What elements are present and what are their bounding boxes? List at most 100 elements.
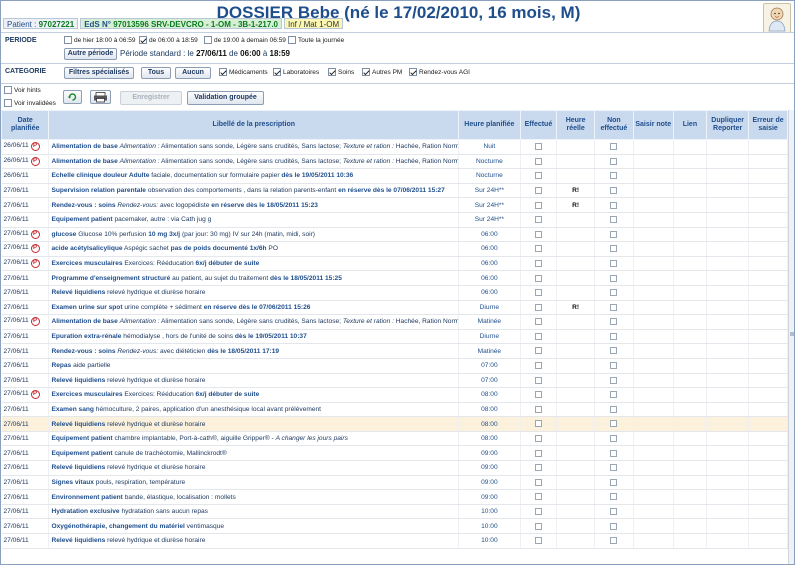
non-effectue-checkbox[interactable] (610, 449, 618, 457)
non-effectue-checkbox[interactable] (610, 172, 618, 180)
table-row[interactable]: 27/06/11 Pacide acétylsalicylique Aspégi… (1, 241, 788, 257)
non-effectue-cell[interactable] (594, 460, 634, 476)
lien-cell[interactable] (673, 154, 708, 170)
erreur-cell[interactable] (748, 227, 788, 243)
saisir-note-cell[interactable] (633, 139, 674, 155)
erreur-cell[interactable] (748, 300, 788, 316)
libelle-cell[interactable]: Examen sang hémoculture, 2 paires, appli… (48, 402, 460, 418)
table-row[interactable]: 27/06/11 Equipement patient pacemaker, a… (1, 212, 788, 228)
erreur-cell[interactable] (748, 387, 788, 403)
dupliquer-cell[interactable] (706, 285, 750, 301)
categorie-autres-pm[interactable]: Autres PM (362, 68, 402, 76)
categorie-laboratoires[interactable]: Laboratoires (273, 68, 319, 76)
table-row[interactable]: 26/06/11 P Alimentation de base Alimentat… (1, 154, 788, 170)
effectue-checkbox[interactable] (534, 259, 542, 267)
voir-invalidees-option[interactable]: Voir invalidées (4, 99, 56, 107)
non-effectue-checkbox[interactable] (610, 522, 618, 530)
effectue-cell[interactable] (520, 241, 558, 257)
effectue-cell[interactable] (520, 256, 558, 272)
effectue-cell[interactable] (520, 416, 558, 432)
non-effectue-checkbox[interactable] (610, 362, 618, 370)
effectue-cell[interactable] (520, 460, 558, 476)
libelle-cell[interactable]: Hydratation exclusive hydratation sans a… (48, 504, 460, 520)
lien-cell[interactable] (673, 460, 708, 476)
col-dupliquer-reporter[interactable]: Dupliquer Reporter (706, 110, 750, 140)
libelle-cell[interactable]: Programme d'enseignement structuré au pa… (48, 270, 460, 286)
saisir-note-cell[interactable] (633, 212, 674, 228)
non-effectue-checkbox[interactable] (610, 405, 618, 413)
non-effectue-checkbox[interactable] (610, 493, 618, 501)
dupliquer-cell[interactable] (706, 197, 750, 213)
table-row[interactable]: 27/06/11 Pglucose Glucose 10% perfusion … (1, 227, 788, 243)
non-effectue-cell[interactable] (594, 241, 634, 257)
lien-cell[interactable] (673, 504, 708, 520)
dupliquer-cell[interactable] (706, 416, 750, 432)
tous-button[interactable]: Tous (141, 67, 171, 79)
effectue-cell[interactable] (520, 270, 558, 286)
non-effectue-checkbox[interactable] (610, 332, 618, 340)
saisir-note-cell[interactable] (633, 270, 674, 286)
effectue-cell[interactable] (520, 300, 558, 316)
non-effectue-cell[interactable] (594, 212, 634, 228)
non-effectue-cell[interactable] (594, 154, 634, 170)
non-effectue-checkbox[interactable] (610, 508, 618, 516)
lien-cell[interactable] (673, 402, 708, 418)
saisir-note-cell[interactable] (633, 256, 674, 272)
col-erreur-saisie[interactable]: Erreur de saisie (748, 110, 788, 140)
effectue-cell[interactable] (520, 445, 558, 462)
col-libelle[interactable]: Libellé de la prescription (48, 110, 460, 140)
effectue-checkbox[interactable] (534, 420, 542, 428)
lien-cell[interactable] (673, 373, 708, 389)
table-row[interactable]: 27/06/11 Supervision relation parentale … (1, 183, 788, 199)
non-effectue-cell[interactable] (594, 416, 634, 432)
libelle-cell[interactable]: Repas aide partielle (48, 358, 460, 374)
libelle-cell[interactable]: glucose Glucose 10% perfusion 10 mg 3x/j… (48, 227, 460, 243)
libelle-cell[interactable]: Signes vitaux pouls, respiration, tempér… (48, 475, 460, 491)
lien-cell[interactable] (673, 139, 708, 155)
lien-cell[interactable] (673, 270, 708, 286)
lien-cell[interactable] (673, 518, 708, 535)
checkbox[interactable] (273, 68, 281, 76)
non-effectue-cell[interactable] (594, 343, 634, 359)
non-effectue-cell[interactable] (594, 445, 634, 462)
non-effectue-cell[interactable] (594, 329, 634, 345)
non-effectue-cell[interactable] (594, 300, 634, 316)
table-row[interactable]: 27/06/11 Programme d'enseignement struct… (1, 270, 788, 286)
saisir-note-cell[interactable] (633, 489, 674, 505)
libelle-cell[interactable]: Epuration extra-rénale hémodialyse , hor… (48, 329, 460, 345)
erreur-cell[interactable] (748, 139, 788, 155)
effectue-checkbox[interactable] (534, 274, 542, 282)
erreur-cell[interactable] (748, 460, 788, 476)
erreur-cell[interactable] (748, 533, 788, 549)
non-effectue-checkbox[interactable] (610, 537, 618, 545)
non-effectue-cell[interactable] (594, 373, 634, 389)
effectue-checkbox[interactable] (534, 478, 542, 486)
erreur-cell[interactable] (748, 373, 788, 389)
dupliquer-cell[interactable] (706, 241, 750, 257)
lien-cell[interactable] (673, 489, 708, 505)
lien-cell[interactable] (673, 241, 708, 257)
erreur-cell[interactable] (748, 154, 788, 170)
erreur-cell[interactable] (748, 183, 788, 199)
table-row[interactable]: 27/06/11 Relevé liquidiens relevé hydriq… (1, 373, 788, 389)
dupliquer-cell[interactable] (706, 183, 750, 199)
col-date-planifiee[interactable]: Date planifiée (1, 110, 50, 140)
libelle-cell[interactable]: Equipement patient chambre implantable, … (48, 431, 460, 447)
effectue-checkbox[interactable] (534, 157, 542, 165)
effectue-checkbox[interactable] (534, 362, 542, 370)
refresh-button[interactable] (63, 90, 82, 104)
effectue-cell[interactable] (520, 212, 558, 228)
lien-cell[interactable] (673, 431, 708, 447)
non-effectue-checkbox[interactable] (610, 289, 618, 297)
dupliquer-cell[interactable] (706, 533, 750, 549)
non-effectue-cell[interactable] (594, 402, 634, 418)
lien-cell[interactable] (673, 300, 708, 316)
saisir-note-cell[interactable] (633, 241, 674, 257)
lien-cell[interactable] (673, 445, 708, 462)
lien-cell[interactable] (673, 329, 708, 345)
dupliquer-cell[interactable] (706, 489, 750, 505)
effectue-checkbox[interactable] (534, 376, 542, 384)
non-effectue-checkbox[interactable] (610, 230, 618, 238)
lien-cell[interactable] (673, 197, 708, 213)
erreur-cell[interactable] (748, 168, 788, 184)
